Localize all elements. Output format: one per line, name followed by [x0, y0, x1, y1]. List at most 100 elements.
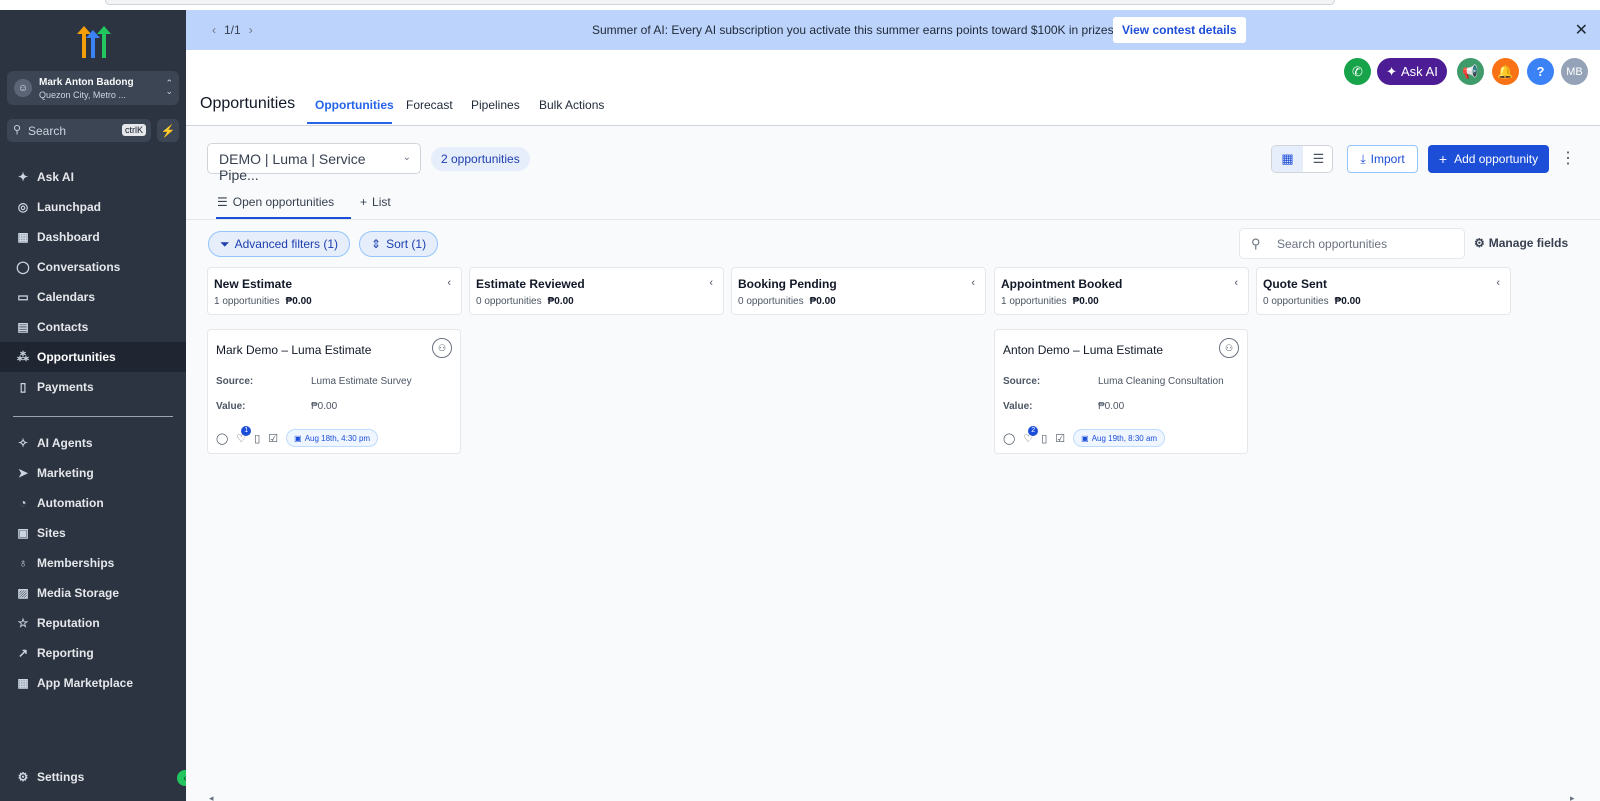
sidebar-item-calendars[interactable]: ▭ Calendars — [0, 282, 186, 312]
sidebar-item-launchpad[interactable]: ◎ Launchpad — [0, 192, 186, 222]
sidebar-item-sites[interactable]: ▣ Sites — [0, 518, 186, 548]
value-label: Value: — [216, 401, 246, 412]
opportunity-title[interactable]: Anton Demo – Luma Estimate — [1003, 343, 1163, 357]
list-view-icon[interactable]: ☰ — [1303, 146, 1334, 172]
source-value: Luma Cleaning Consultation — [1098, 376, 1224, 387]
account-name: Mark Anton Badong — [39, 77, 134, 88]
tag-icon[interactable]: ♡ 1 — [236, 425, 252, 445]
appointment-date-badge[interactable]: ▣ Aug 19th, 8:30 am — [1073, 429, 1166, 447]
banner-pager: ‹ 1/1 › — [204, 23, 261, 37]
sidebar-item-ai-agents[interactable]: ✧ AI Agents — [0, 428, 186, 458]
star-icon: ☆ — [17, 616, 29, 630]
image-icon: ▨ — [17, 586, 29, 600]
tab-bulk-actions[interactable]: Bulk Actions — [539, 98, 604, 112]
view-contest-button[interactable]: View contest details — [1113, 17, 1246, 43]
opportunity-card[interactable]: Mark Demo – Luma Estimate ⚇ Source: Luma… — [207, 329, 461, 454]
scroll-right-icon[interactable]: ▸ — [1570, 793, 1575, 801]
chevron-down-icon: ⌄ — [402, 152, 411, 163]
sidebar-item-ask-ai[interactable]: ✦ Ask AI — [0, 162, 186, 192]
sidebar-item-label: Ask AI — [37, 170, 74, 184]
opportunity-count-badge: 2 opportunities — [431, 147, 530, 171]
advanced-filters-button[interactable]: ⏷ Advanced filters (1) — [208, 231, 350, 257]
phone-icon[interactable]: ✆ — [1344, 58, 1371, 85]
appointment-date-badge[interactable]: ▣ Aug 18th, 4:30 pm — [286, 429, 379, 447]
sort-button[interactable]: ⇕ Sort (1) — [359, 231, 439, 257]
sidebar-item-automation[interactable]: ◔ Automation — [0, 488, 186, 518]
more-options-icon[interactable]: ⋮ — [1560, 148, 1576, 168]
sidebar-item-contacts[interactable]: ▤ Contacts — [0, 312, 186, 342]
sidebar-item-reputation[interactable]: ☆ Reputation — [0, 608, 186, 638]
sidebar-item-memberships[interactable]: ♁ Memberships — [0, 548, 186, 578]
account-switcher[interactable]: ☺ Mark Anton Badong Quezon City, Metro .… — [7, 71, 179, 105]
rocket-icon: ◎ — [17, 200, 29, 214]
scroll-left-icon[interactable]: ◂ — [209, 793, 214, 801]
stage-summary: 0 opportunities ₱0.00 — [738, 296, 836, 307]
subtab-open-opportunities[interactable]: ☰ Open opportunities — [217, 195, 334, 209]
document-icon[interactable]: ▯ — [254, 432, 260, 445]
sidebar-item-conversations[interactable]: ◯ Conversations — [0, 252, 186, 282]
sidebar-item-app-marketplace[interactable]: ▦ App Marketplace — [0, 668, 186, 698]
sidebar-item-opportunities[interactable]: ⁂ Opportunities — [0, 342, 186, 372]
stage-summary: 0 opportunities ₱0.00 — [476, 296, 574, 307]
calendar-icon: ▭ — [17, 290, 29, 304]
user-avatar[interactable]: MB — [1561, 58, 1588, 85]
task-icon[interactable]: ☑ — [1055, 432, 1065, 445]
search-opportunities-input[interactable]: ⚲ Search opportunities — [1239, 228, 1465, 259]
megaphone-icon[interactable]: 📢 — [1457, 58, 1484, 85]
chevron-left-icon[interactable]: ‹ — [212, 23, 216, 37]
manage-fields-button[interactable]: ⚙ Manage fields — [1474, 236, 1568, 250]
subtab-add-list[interactable]: + List — [360, 195, 391, 209]
stage-title: Estimate Reviewed — [476, 277, 585, 291]
comment-icon[interactable]: ◯ — [1003, 432, 1015, 445]
send-icon: ➤ — [17, 466, 29, 480]
source-label: Source: — [1003, 376, 1041, 387]
chevron-right-icon[interactable]: › — [249, 23, 253, 37]
chevron-left-icon[interactable]: ‹ — [447, 277, 451, 289]
comment-icon[interactable]: ◯ — [216, 432, 228, 445]
opportunity-title[interactable]: Mark Demo – Luma Estimate — [216, 343, 371, 357]
sidebar-item-reporting[interactable]: ↗ Reporting — [0, 638, 186, 668]
task-icon[interactable]: ☑ — [268, 432, 278, 445]
chevron-left-icon[interactable]: ‹ — [1496, 277, 1500, 289]
sidebar-item-dashboard[interactable]: ▦ Dashboard — [0, 222, 186, 252]
tab-pipelines[interactable]: Pipelines — [471, 98, 520, 112]
advanced-filters-label: Advanced filters (1) — [234, 237, 338, 251]
help-icon[interactable]: ? — [1527, 58, 1554, 85]
gear-icon: ⚙ — [1474, 236, 1485, 250]
tab-forecast[interactable]: Forecast — [406, 98, 453, 112]
subtab-label: List — [372, 195, 391, 209]
import-button[interactable]: ⤓ Import — [1347, 145, 1418, 173]
sidebar-item-marketing[interactable]: ➤ Marketing — [0, 458, 186, 488]
close-icon[interactable]: ✕ — [1575, 20, 1588, 40]
assign-user-icon[interactable]: ⚇ — [1219, 338, 1239, 358]
header-divider — [186, 125, 1600, 126]
sidebar-item-settings[interactable]: ⚙ Settings — [0, 762, 186, 792]
manage-fields-label: Manage fields — [1488, 236, 1569, 250]
value-label: Value: — [1003, 401, 1033, 412]
appointment-date: Aug 18th, 4:30 pm — [304, 433, 371, 443]
sidebar-search[interactable]: ⚲ Search ctrlK — [7, 119, 151, 142]
stage-column-estimate-reviewed: Estimate Reviewed 0 opportunities ₱0.00 ‹ — [469, 267, 724, 315]
add-opportunity-button[interactable]: + Add opportunity — [1428, 145, 1549, 173]
sidebar-item-payments[interactable]: ▯ Payments — [0, 372, 186, 402]
stage-column-quote-sent: Quote Sent 0 opportunities ₱0.00 ‹ — [1256, 267, 1511, 315]
chevron-left-icon[interactable]: ‹ — [709, 277, 713, 289]
chevron-left-icon[interactable]: ‹ — [1234, 277, 1238, 289]
document-icon[interactable]: ▯ — [1041, 432, 1047, 445]
apps-icon: ▦ — [17, 676, 29, 690]
sidebar-item-media-storage[interactable]: ▨ Media Storage — [0, 578, 186, 608]
board-view-icon[interactable]: ▦ — [1272, 146, 1303, 172]
opportunity-card[interactable]: Anton Demo – Luma Estimate ⚇ Source: Lum… — [994, 329, 1248, 454]
bell-icon[interactable]: 🔔 — [1492, 58, 1519, 85]
address-bar[interactable] — [105, 0, 1335, 5]
calendar-icon: ▣ — [294, 433, 302, 443]
sidebar-item-label: AI Agents — [37, 436, 93, 450]
tag-icon[interactable]: ♡ 2 — [1023, 425, 1039, 445]
assign-user-icon[interactable]: ⚇ — [432, 338, 452, 358]
ask-ai-button[interactable]: ✦ Ask AI — [1377, 58, 1447, 85]
download-icon: ⤓ — [1360, 151, 1366, 166]
tab-opportunities[interactable]: Opportunities — [315, 98, 394, 112]
chevron-left-icon[interactable]: ‹ — [971, 277, 975, 289]
quick-action-bolt-icon[interactable]: ⚡ — [157, 119, 179, 142]
pipeline-select[interactable]: DEMO | Luma | Service Pipe... ⌄ — [207, 143, 421, 183]
